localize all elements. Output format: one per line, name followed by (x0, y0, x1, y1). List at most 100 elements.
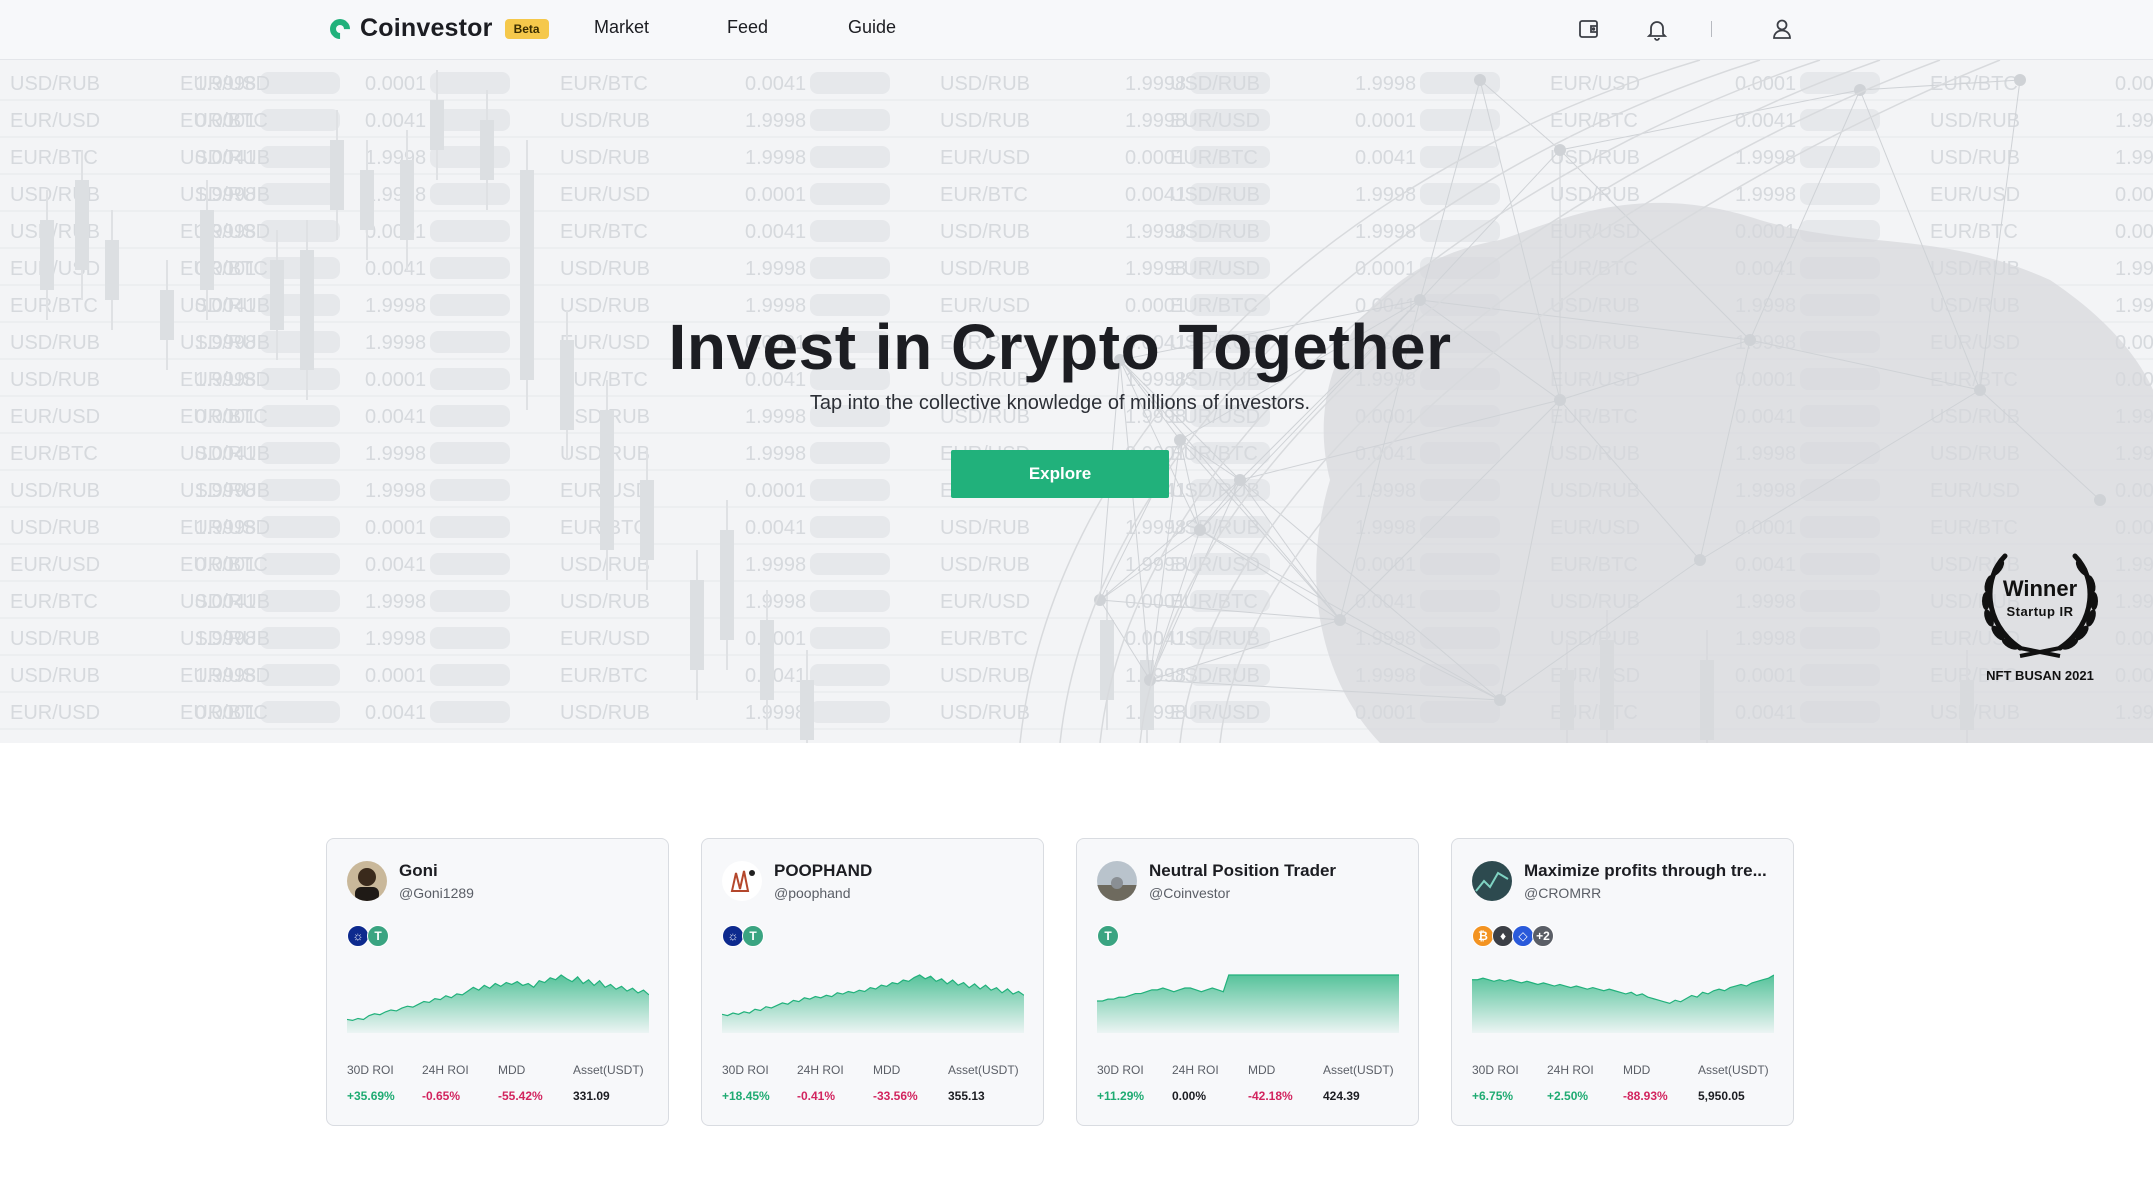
eth-coin-icon: ♦ (1492, 925, 1514, 947)
wallet-icon[interactable] (1576, 16, 1602, 42)
svg-text:1.9998: 1.9998 (745, 554, 806, 576)
ada-coin-icon: ☼ (347, 925, 369, 947)
svg-text:0.0001: 0.0001 (365, 517, 426, 539)
hero-subtitle: Tap into the collective knowledge of mil… (809, 392, 1311, 414)
ada-coin-icon: ☼ (722, 925, 744, 947)
explore-button[interactable]: Explore (951, 450, 1169, 498)
stat-mdd: -42.18% (1248, 1089, 1293, 1103)
performance-sparkline (1097, 974, 1399, 1033)
svg-text:EUR/USD: EUR/USD (180, 517, 270, 539)
trader-card[interactable]: Neutral Position Trader @Coinvestor T 30… (1076, 838, 1419, 1126)
svg-text:1.9998: 1.9998 (365, 184, 426, 206)
award-badge: Winner Startup IR NFT BUSAN 2021 (1965, 538, 2115, 698)
svg-text:USD/RUB: USD/RUB (560, 554, 650, 576)
beta-badge: Beta (504, 18, 549, 39)
nav-market[interactable]: Market (594, 17, 649, 38)
award-event: NFT BUSAN 2021 (1986, 668, 2094, 683)
svg-text:USD/RUB: USD/RUB (180, 443, 270, 465)
svg-text:USD/RUB: USD/RUB (10, 73, 100, 95)
svg-text:USD/RUB: USD/RUB (1930, 147, 2020, 169)
svg-text:USD/RUB: USD/RUB (940, 665, 1030, 687)
svg-text:USD/RUB: USD/RUB (180, 480, 270, 502)
svg-text:EUR/USD: EUR/USD (940, 591, 1030, 613)
svg-text:1.9998: 1.9998 (365, 443, 426, 465)
btc-coin-icon: ₿ (1472, 925, 1494, 947)
trader-card[interactable]: Goni @Goni1289 ☼ T 30D ROI 24H ROI MDD As… (326, 838, 669, 1126)
stat-mdd: -88.93% (1623, 1089, 1668, 1103)
svg-text:1.9998: 1.9998 (1355, 73, 1416, 95)
trader-card[interactable]: POOPHAND @poophand ☼ T 30D ROI 24H ROI MD… (701, 838, 1044, 1126)
logo[interactable]: Coinvestor Beta (325, 14, 549, 43)
svg-text:EUR/BTC: EUR/BTC (1550, 110, 1638, 132)
sparkline-area (1472, 975, 1774, 1033)
svg-text:USD/RUB: USD/RUB (10, 665, 100, 687)
hero-title: Invest in Crypto Together (668, 311, 1452, 383)
stat-label-mdd: MDD (1248, 1063, 1276, 1077)
bell-icon[interactable] (1644, 16, 1670, 42)
stat-label-mdd: MDD (498, 1063, 526, 1077)
svg-text:USD/RUB: USD/RUB (560, 110, 650, 132)
trader-card[interactable]: Maximize profits through tre... @CROMRR … (1451, 838, 1794, 1126)
svg-text:USD/RUB: USD/RUB (10, 628, 100, 650)
svg-text:USD/RUB: USD/RUB (940, 702, 1030, 724)
svg-text:EUR/BTC: EUR/BTC (940, 184, 1028, 206)
svg-text:EUR/BTC: EUR/BTC (560, 73, 648, 95)
svg-text:USD/RUB: USD/RUB (940, 517, 1030, 539)
sparkline-area (347, 975, 649, 1033)
svg-text:EUR/USD: EUR/USD (180, 221, 270, 243)
svg-text:0.0001: 0.0001 (1735, 73, 1796, 95)
hero-banner: USD/RUB 1.9998 EUR/USD 0.0001 EUR/BTC 0.0041 U… (0, 60, 2153, 743)
svg-text:1.9998: 1.9998 (365, 147, 426, 169)
stat-30d-roi: +18.45% (722, 1089, 770, 1103)
laurel-wreath-icon (1982, 553, 2098, 658)
svg-text:1.9998: 1.9998 (745, 443, 806, 465)
svg-text:USD/RUB: USD/RUB (180, 184, 270, 206)
stat-24h-roi: -0.65% (422, 1089, 461, 1103)
svg-text:USD/RUB: USD/RUB (560, 258, 650, 280)
svg-text:USD/RUB: USD/RUB (10, 480, 100, 502)
svg-text:1.9998: 1.9998 (745, 147, 806, 169)
svg-text:1.9998: 1.9998 (365, 591, 426, 613)
stat-label-24h-roi: 24H ROI (1172, 1063, 1219, 1077)
trader-name: Maximize profits through tre... (1524, 861, 1767, 880)
svg-text:1.9998: 1.9998 (365, 480, 426, 502)
svg-text:1.9998: 1.9998 (745, 110, 806, 132)
svg-text:0.0041: 0.0041 (365, 554, 426, 576)
trader-name: Neutral Position Trader (1149, 861, 1337, 880)
svg-text:0.0001: 0.0001 (365, 73, 426, 95)
logo-text: Coinvestor (360, 14, 493, 42)
stat-asset: 5,950.05 (1698, 1089, 1745, 1103)
svg-text:0.0041: 0.0041 (745, 221, 806, 243)
svg-text:EUR/USD: EUR/USD (10, 702, 100, 724)
svg-text:1.9998: 1.9998 (2115, 258, 2153, 280)
avatar (722, 861, 762, 901)
svg-text:EUR/BTC: EUR/BTC (180, 258, 268, 280)
svg-text:USD/RUB: USD/RUB (940, 554, 1030, 576)
svg-text:USD/RUB: USD/RUB (180, 628, 270, 650)
svg-text:EUR/BTC: EUR/BTC (10, 591, 98, 613)
stat-label-24h-roi: 24H ROI (422, 1063, 469, 1077)
stat-label-24h-roi: 24H ROI (1547, 1063, 1594, 1077)
svg-text:EUR/BTC: EUR/BTC (560, 665, 648, 687)
performance-sparkline (347, 974, 649, 1033)
svg-text:USD/RUB: USD/RUB (1170, 73, 1260, 95)
stat-mdd: -55.42% (498, 1089, 543, 1103)
svg-text:0.0001: 0.0001 (2115, 184, 2153, 206)
stat-label-30d-roi: 30D ROI (347, 1063, 394, 1077)
nav-feed[interactable]: Feed (727, 17, 768, 38)
svg-text:USD/RUB: USD/RUB (560, 147, 650, 169)
stat-label-mdd: MDD (1623, 1063, 1651, 1077)
svg-text:0.0041: 0.0041 (1355, 147, 1416, 169)
nav-guide[interactable]: Guide (848, 17, 896, 38)
svg-text:1.9998: 1.9998 (745, 258, 806, 280)
svg-text:EUR/USD: EUR/USD (10, 554, 100, 576)
svg-text:0.0041: 0.0041 (365, 702, 426, 724)
svg-text:1.9998: 1.9998 (2115, 110, 2153, 132)
svg-text:USD/RUB: USD/RUB (940, 258, 1030, 280)
award-category: Startup IR (2006, 604, 2074, 619)
svg-text:1.9998: 1.9998 (1735, 184, 1796, 206)
award-title: Winner (2002, 576, 2078, 601)
svg-text:0.0041: 0.0041 (2115, 221, 2153, 243)
svg-text:EUR/BTC: EUR/BTC (180, 554, 268, 576)
user-icon[interactable] (1769, 16, 1795, 42)
